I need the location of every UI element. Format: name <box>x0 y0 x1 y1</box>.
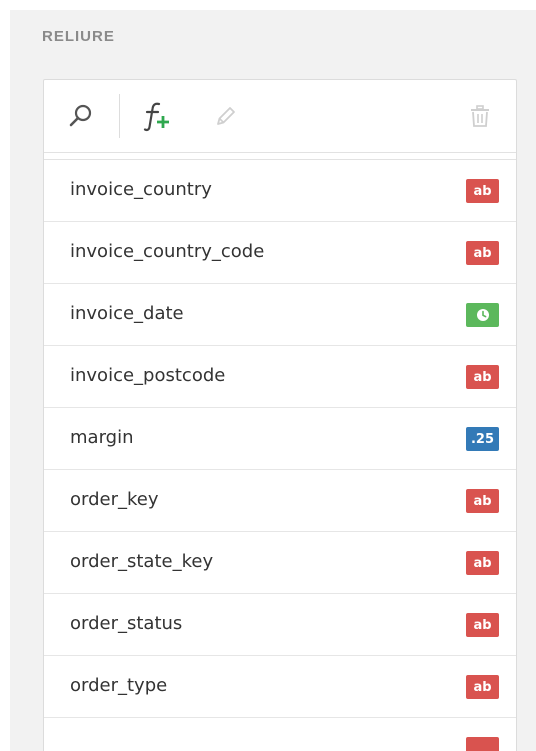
string-type-badge: ab <box>466 241 499 265</box>
function-add-icon <box>143 102 169 132</box>
string-type-badge: ab <box>466 551 499 575</box>
binding-panel: RELIURE invoice_country ab invoice_count… <box>10 10 536 751</box>
field-list: invoice_country ab invoice_country_code … <box>44 160 516 751</box>
list-item-partial[interactable] <box>44 718 516 751</box>
field-name: invoice_date <box>70 303 184 324</box>
trash-icon <box>471 105 489 127</box>
edit-button[interactable] <box>204 94 248 138</box>
field-name: order_key <box>70 489 159 510</box>
list-item[interactable]: invoice_date <box>44 284 516 346</box>
toolbar <box>44 80 516 153</box>
toolbar-divider <box>119 94 120 138</box>
field-name: order_status <box>70 613 183 634</box>
list-item[interactable]: invoice_country ab <box>44 160 516 222</box>
list-item[interactable]: invoice_postcode ab <box>44 346 516 408</box>
date-type-badge <box>466 303 499 327</box>
string-type-badge: ab <box>466 675 499 699</box>
pencil-icon <box>217 107 235 125</box>
list-item[interactable]: order_type ab <box>44 656 516 718</box>
add-function-button[interactable] <box>134 94 178 138</box>
field-name: invoice_country <box>70 179 212 200</box>
clock-icon <box>476 309 489 321</box>
search-icon <box>69 104 92 127</box>
string-type-badge <box>466 737 499 751</box>
string-type-badge: ab <box>466 489 499 513</box>
field-name: margin <box>70 427 134 448</box>
list-item[interactable]: invoice_country_code ab <box>44 222 516 284</box>
string-type-badge: ab <box>466 613 499 637</box>
list-spacer <box>44 153 516 160</box>
list-item[interactable]: order_key ab <box>44 470 516 532</box>
list-item[interactable]: order_state_key ab <box>44 532 516 594</box>
number-type-badge: .25 <box>466 427 499 451</box>
string-type-badge: ab <box>466 179 499 203</box>
list-item[interactable]: order_status ab <box>44 594 516 656</box>
section-title: RELIURE <box>42 28 115 45</box>
list-item[interactable]: margin .25 <box>44 408 516 470</box>
field-name: order_type <box>70 675 168 696</box>
delete-button[interactable] <box>458 94 502 138</box>
field-name: invoice_postcode <box>70 365 226 386</box>
field-list-card: invoice_country ab invoice_country_code … <box>43 79 517 751</box>
search-button[interactable] <box>59 94 103 138</box>
field-name: order_state_key <box>70 551 214 572</box>
string-type-badge: ab <box>466 365 499 389</box>
field-name: invoice_country_code <box>70 241 265 262</box>
